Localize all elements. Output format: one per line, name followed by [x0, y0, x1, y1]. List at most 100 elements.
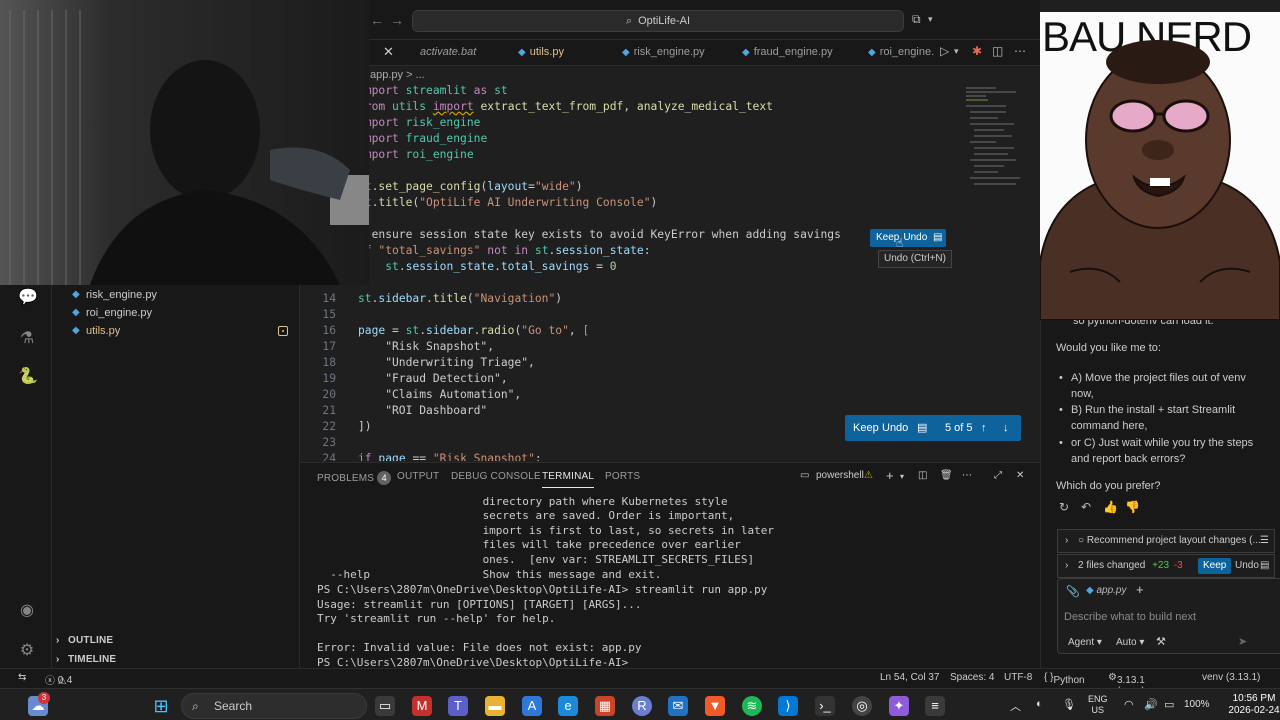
file-item-risk-engine[interactable]: ◆ risk_engine.py [52, 286, 300, 304]
brave-icon[interactable]: ▼ [705, 696, 725, 716]
mcafee-icon[interactable]: M [412, 696, 432, 716]
language-indicator[interactable]: ENG US [1088, 694, 1108, 716]
close-tab-icon[interactable]: ✕ [383, 44, 394, 60]
spotify-icon[interactable]: ≋ [742, 696, 762, 716]
retry-icon[interactable]: ↻ [1059, 500, 1069, 514]
undo-button[interactable]: Undo [903, 232, 927, 243]
tab-terminal[interactable]: TERMINAL [542, 471, 595, 488]
microphone-icon[interactable]: 🎙 [1062, 698, 1076, 711]
tab-fraud-engine-py[interactable]: ◆ fraud_engine.py [736, 40, 856, 66]
keep-all-button[interactable]: Keep [1198, 558, 1232, 574]
language-mode[interactable]: { } Python [1044, 672, 1085, 686]
vscode-icon[interactable]: ⟩ [778, 696, 798, 716]
diff-file-icon[interactable]: ▤ [1260, 555, 1269, 577]
account-icon[interactable]: ◉ [18, 600, 36, 619]
app-icon[interactable]: R [632, 696, 652, 716]
chevron-down-icon[interactable]: ▾ [954, 46, 959, 57]
undo-all-button[interactable]: Undo [1230, 558, 1264, 574]
thumbs-up-icon[interactable]: 👍 [1103, 500, 1118, 514]
copilot-icon[interactable]: ✦ [889, 696, 909, 716]
interpreter-status[interactable]: ⚙ 3.13.1 (venv) [1108, 672, 1145, 697]
cursor-position[interactable]: Ln 54, Col 37 [880, 672, 940, 683]
file-item-roi-engine[interactable]: ◆ roi_engine.py [52, 304, 300, 322]
attached-file-chip[interactable]: ◆ app.py [1086, 585, 1127, 596]
chevron-down-icon[interactable]: ▾ [928, 14, 933, 25]
chat-icon[interactable]: 💬 [18, 287, 38, 306]
tab-risk-engine-py[interactable]: ◆ risk_engine.py [616, 40, 728, 66]
app-icon[interactable]: ◎ [852, 696, 872, 716]
new-terminal-icon[interactable]: + [886, 468, 894, 483]
testing-flask-icon[interactable]: ⚗ [18, 328, 36, 347]
app-icon[interactable]: A [522, 696, 542, 716]
remote-icon[interactable]: ⇆ [18, 672, 26, 683]
tab-problems[interactable]: PROBLEMS 4 [317, 471, 392, 485]
clock[interactable]: 10:56 PM 2026-02-24 [1228, 693, 1280, 717]
timeline-section-header[interactable]: › TIMELINE [52, 651, 300, 669]
show-hidden-icons[interactable]: ︿ [1010, 698, 1021, 714]
review-diff-icon[interactable]: ▤ [917, 415, 927, 441]
undo-icon[interactable]: ↶ [1081, 500, 1091, 514]
copilot-icon[interactable]: ⧉ [912, 12, 921, 27]
back-arrow-icon[interactable]: ← [370, 12, 386, 28]
next-change-icon[interactable]: ↓ [1003, 415, 1009, 441]
trash-icon[interactable]: 🗑 [940, 470, 953, 481]
outlook-icon[interactable]: ✉ [668, 696, 688, 716]
notepad-icon[interactable]: ≡ [925, 696, 945, 716]
python-icon[interactable]: 🐍 [18, 366, 38, 385]
encoding[interactable]: UTF-8 [1004, 672, 1032, 683]
mode-dropdown[interactable]: Agent ▾ [1068, 637, 1102, 648]
files-changed-row[interactable]: › 2 files changed +23 -3 Keep Undo ▤ [1057, 554, 1275, 578]
settings-gear-icon[interactable]: ⚙ [18, 640, 36, 659]
tab-roi-engine-py[interactable]: ◆ roi_engine. [862, 40, 938, 66]
venv-status[interactable]: venv (3.13.1) [1202, 672, 1260, 683]
more-actions-icon[interactable]: ⋯ [1014, 44, 1026, 58]
attach-icon[interactable]: 📎 [1066, 585, 1080, 598]
chevron-down-icon[interactable]: ▾ [900, 472, 904, 481]
split-editor-icon[interactable]: ◫ [992, 44, 1003, 58]
more-icon[interactable]: ⋯ [962, 470, 972, 481]
wifi-icon[interactable]: ◠ [1124, 698, 1134, 711]
outline-section-header[interactable]: › OUTLINE [52, 632, 300, 650]
recommend-layout-row[interactable]: › ○ Recommend project layout changes (..… [1057, 529, 1275, 553]
review-undo-button[interactable]: Undo [882, 415, 908, 441]
minimap[interactable] [962, 83, 1032, 193]
task-view-icon[interactable]: ▭ [375, 696, 395, 716]
send-icon[interactable]: ➤ [1238, 635, 1247, 648]
previous-change-icon[interactable]: ↑ [981, 415, 987, 441]
command-center-search[interactable]: ⌕ OptiLife-AI [412, 10, 904, 32]
split-terminal-icon[interactable]: ◫ [918, 470, 927, 481]
volume-icon[interactable]: 🔊 [1144, 698, 1158, 711]
gitlens-icon[interactable]: ✱ [972, 44, 982, 58]
thumbs-down-icon[interactable]: 👎 [1125, 500, 1140, 514]
maximize-panel-icon[interactable]: ⤢ [994, 470, 1002, 481]
add-context-icon[interactable]: + [1136, 582, 1144, 597]
review-keep-button[interactable]: Keep [853, 415, 879, 441]
tools-icon[interactable]: ⚒ [1156, 635, 1166, 648]
tab-activate-bat[interactable]: activate.bat [414, 40, 504, 66]
titlebar-actions[interactable]: ⧉ ▾ [910, 12, 1030, 28]
tab-output[interactable]: OUTPUT [397, 471, 439, 482]
shell-name[interactable]: powershell [816, 470, 864, 481]
file-explorer-icon[interactable]: ▬ [485, 696, 505, 716]
code-editor[interactable]: import streamlit as st from utils import… [300, 83, 962, 461]
problems-status[interactable]: ⓧ 0 ⚠ 4 [45, 672, 72, 687]
edge-icon[interactable]: e [558, 696, 578, 716]
taskbar-search[interactable]: ⌕ Search [181, 693, 367, 719]
tab-utils-py[interactable]: ◆ utils.py [512, 40, 612, 66]
diff-file-icon[interactable]: ▤ [933, 229, 942, 247]
battery-icon[interactable]: ▭ [1164, 698, 1174, 711]
close-panel-icon[interactable]: ✕ [1016, 470, 1024, 481]
breadcrumb[interactable]: app.py > ... [300, 67, 960, 83]
run-icon[interactable]: ▷ [940, 44, 949, 58]
tab-ports[interactable]: PORTS [605, 471, 640, 482]
tab-debug-console[interactable]: DEBUG CONSOLE [451, 471, 541, 482]
app-icon[interactable]: ▦ [595, 696, 615, 716]
model-dropdown[interactable]: Auto ▾ [1116, 637, 1144, 648]
forward-arrow-icon[interactable]: → [390, 12, 406, 28]
chat-input-box[interactable]: 📎 ◆ app.py + Describe what to build next… [1057, 578, 1280, 654]
teams-icon[interactable]: T [448, 696, 468, 716]
indentation[interactable]: Spaces: 4 [950, 672, 994, 683]
file-item-utils[interactable]: ◆ utils.py [52, 322, 300, 340]
windows-start-icon[interactable]: ⊞ [151, 696, 171, 716]
tray-app-icon[interactable]: ◐ [1036, 698, 1043, 710]
